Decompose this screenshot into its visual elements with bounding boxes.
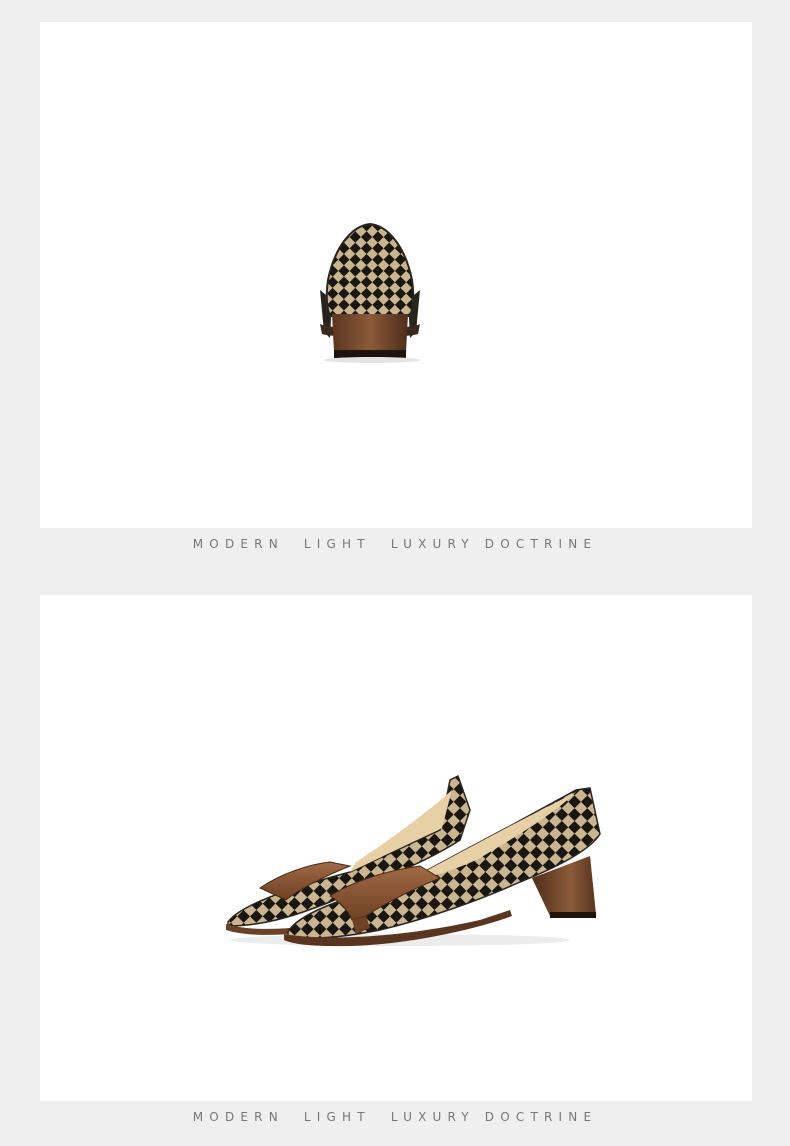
shoe-pair-side-view-image: [180, 770, 620, 950]
product-image-panel-pair: [40, 595, 752, 1101]
section-caption: MODERN LIGHT LUXURY DOCTRINE: [192, 1110, 598, 1124]
product-image-panel-back: [40, 22, 752, 528]
shoe-back-view-image: [310, 220, 430, 366]
section-caption: MODERN LIGHT LUXURY DOCTRINE: [192, 537, 598, 551]
